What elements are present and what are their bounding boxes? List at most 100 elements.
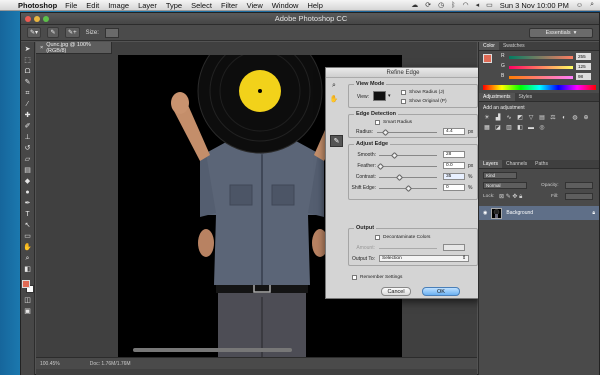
menu-window[interactable]: Window <box>272 1 299 10</box>
eye-icon[interactable]: ◉ <box>483 210 487 216</box>
zoom-button[interactable] <box>43 15 49 22</box>
cloud-icon[interactable]: ☁ <box>411 1 418 9</box>
invert-icon[interactable]: ◪ <box>494 124 502 131</box>
radius-field[interactable]: 4.4 <box>443 128 465 135</box>
layer-row-background[interactable]: ◉ Background 🔒︎ <box>479 206 599 220</box>
blur-tool-icon[interactable]: ◆ <box>23 177 33 186</box>
photo-filter-icon[interactable]: ◍ <box>571 114 579 121</box>
document-info[interactable]: Doc: 1.76M/1.76M <box>90 361 131 367</box>
menu-file[interactable]: File <box>65 1 77 10</box>
quick-selection-tool-icon[interactable]: ✎ <box>23 78 33 87</box>
green-slider[interactable] <box>509 66 573 69</box>
new-selection-icon[interactable]: ✎ <box>47 27 60 38</box>
opacity-field[interactable] <box>565 182 593 189</box>
ok-button[interactable]: OK <box>422 287 460 296</box>
blend-mode-select[interactable]: Normal <box>483 182 527 189</box>
marquee-tool-icon[interactable]: ⬚ <box>23 56 33 65</box>
zoom-tool-icon[interactable]: ⌕ <box>23 254 33 263</box>
foreground-color-swatch[interactable] <box>21 280 30 288</box>
smart-radius-checkbox[interactable] <box>375 120 380 125</box>
menu-select[interactable]: Select <box>191 1 212 10</box>
document-tab[interactable]: × Qunc.jpg @ 100% (RGB/8) <box>36 42 112 54</box>
gradient-tool-icon[interactable]: ▤ <box>23 166 33 175</box>
menu-layer[interactable]: Layer <box>138 1 157 10</box>
battery-icon[interactable]: ▭ <box>486 1 493 9</box>
eraser-tool-icon[interactable]: ▱ <box>23 155 33 164</box>
tab-adjustments[interactable]: Adjustments <box>479 93 515 101</box>
shift-edge-slider-knob[interactable] <box>404 184 413 193</box>
menu-filter[interactable]: Filter <box>221 1 238 10</box>
smooth-slider-knob[interactable] <box>390 151 399 160</box>
green-value[interactable]: 125 <box>576 63 591 70</box>
blue-slider[interactable] <box>509 76 573 79</box>
blue-value[interactable]: 98 <box>576 73 591 80</box>
brush-size-field[interactable] <box>104 27 119 38</box>
brightness-icon[interactable]: ☀ <box>483 114 491 121</box>
eyedropper-tool-icon[interactable]: ⁄ <box>23 100 33 109</box>
tab-paths[interactable]: Paths <box>531 160 552 168</box>
menu-help[interactable]: Help <box>307 1 322 10</box>
lasso-tool-icon[interactable]: ᗝ <box>23 67 33 76</box>
shape-tool-icon[interactable]: ▭ <box>23 232 33 241</box>
color-balance-icon[interactable]: ⚖ <box>549 114 557 121</box>
layer-filter-select[interactable]: Kind <box>483 172 517 179</box>
hue-saturation-icon[interactable]: ▤ <box>538 114 546 121</box>
horizontal-scrollbar[interactable] <box>133 348 292 352</box>
feather-slider-track[interactable] <box>379 166 437 167</box>
feather-slider-knob[interactable] <box>376 162 385 171</box>
threshold-icon[interactable]: ◧ <box>516 124 524 131</box>
selective-color-icon[interactable]: ◎ <box>538 124 546 131</box>
show-radius-checkbox[interactable] <box>401 90 406 95</box>
menu-image[interactable]: Image <box>108 1 129 10</box>
hand-icon[interactable]: ✋ <box>330 95 339 103</box>
remember-settings-checkbox[interactable] <box>352 275 357 280</box>
refine-radius-brush-icon[interactable]: ✎ <box>330 135 343 147</box>
red-value[interactable]: 255 <box>576 53 591 60</box>
user-icon[interactable]: ☺ <box>576 2 583 9</box>
red-slider[interactable] <box>509 56 573 59</box>
output-to-select[interactable]: Selection ⇕ <box>379 255 469 262</box>
quick-selection-tool-icon[interactable]: ✎▾ <box>27 27 42 38</box>
hand-tool-icon[interactable]: ✋ <box>23 243 33 252</box>
menubar-clock[interactable]: Sun 3 Nov 10:00 PM <box>500 1 569 10</box>
color-lookup-icon[interactable]: ▦ <box>483 124 491 131</box>
clone-stamp-tool-icon[interactable]: ⊥ <box>23 133 33 142</box>
healing-brush-tool-icon[interactable]: ✚ <box>23 111 33 120</box>
path-selection-tool-icon[interactable]: ↖ <box>23 221 33 230</box>
tab-color[interactable]: Color <box>479 42 499 50</box>
move-tool-icon[interactable]: ➤ <box>23 45 33 54</box>
radius-slider-knob[interactable] <box>381 128 390 137</box>
menu-app-name[interactable]: Photoshop <box>18 1 57 10</box>
tab-channels[interactable]: Channels <box>502 160 531 168</box>
default-colors-icon[interactable]: ◧ <box>23 265 33 274</box>
brush-tool-icon[interactable]: ✐ <box>23 122 33 131</box>
fill-field[interactable] <box>565 193 593 200</box>
dodge-tool-icon[interactable]: ● <box>23 188 33 197</box>
channel-mixer-icon[interactable]: ⊕ <box>582 114 590 121</box>
decontaminate-colors-checkbox[interactable] <box>375 235 380 240</box>
close-button[interactable] <box>25 15 31 22</box>
exposure-icon[interactable]: ◩ <box>516 114 524 121</box>
vibrance-icon[interactable]: ▽ <box>527 114 535 121</box>
zoom-level[interactable]: 100.45% <box>40 361 60 367</box>
contrast-slider-knob[interactable] <box>395 173 404 182</box>
contrast-slider-track[interactable] <box>379 177 437 178</box>
crop-tool-icon[interactable]: ⌗ <box>23 89 33 98</box>
cancel-button[interactable]: Cancel <box>381 287 411 296</box>
shift-edge-field[interactable]: 0 <box>443 184 465 191</box>
add-to-selection-icon[interactable]: ✎+ <box>65 27 80 38</box>
contrast-field[interactable]: 35 <box>443 173 465 180</box>
history-brush-tool-icon[interactable]: ↺ <box>23 144 33 153</box>
lock-icons[interactable]: ⊠ ✎ ✥ 🔒︎ <box>499 193 522 201</box>
pen-tool-icon[interactable]: ✒ <box>23 199 33 208</box>
black-white-icon[interactable]: ◐ <box>560 114 568 121</box>
sync-icon[interactable]: ⟳ <box>425 1 431 9</box>
close-tab-icon[interactable]: × <box>40 45 43 51</box>
smooth-slider-track[interactable] <box>379 155 437 156</box>
gradient-map-icon[interactable]: ▬ <box>527 124 535 131</box>
menu-edit[interactable]: Edit <box>86 1 99 10</box>
tab-swatches[interactable]: Swatches <box>499 42 529 50</box>
spotlight-icon[interactable]: ⌕ <box>590 1 594 9</box>
zoom-icon[interactable]: ⌕ <box>330 82 338 90</box>
posterize-icon[interactable]: ▥ <box>505 124 513 131</box>
